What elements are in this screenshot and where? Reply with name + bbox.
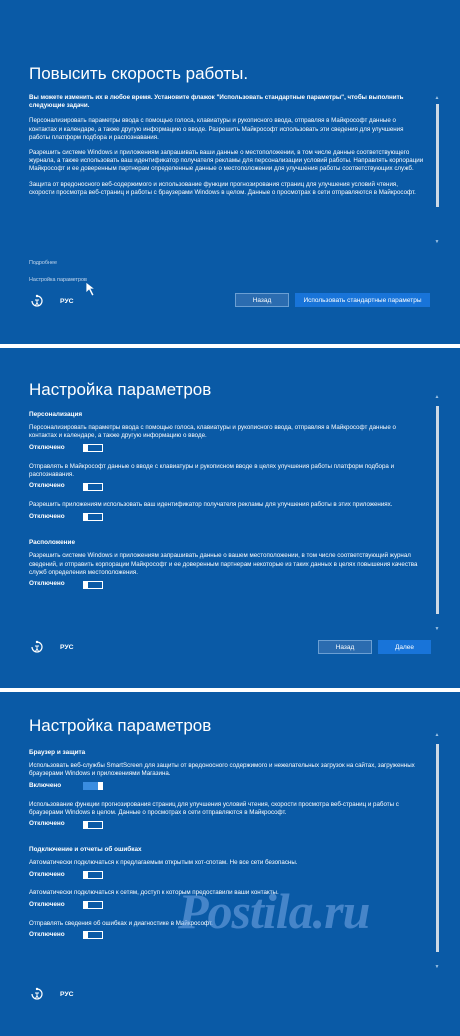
- section-heading-connectivity: Подключение и отчеты об ошибках: [29, 846, 142, 854]
- toggle-state-label: Отключено: [29, 820, 65, 828]
- ease-of-access-icon[interactable]: [29, 639, 45, 655]
- scroll-up-icon[interactable]: ▲: [434, 95, 440, 101]
- toggle-state-label: Отключено: [29, 870, 65, 878]
- page-title: Повысить скорость работы.: [29, 64, 249, 83]
- paragraph: Персонализировать параметры ввода с помо…: [29, 117, 404, 141]
- intro-text: Вы можете изменить их в любое время. Уст…: [29, 94, 404, 110]
- scroll-thumb[interactable]: [436, 104, 439, 207]
- language-indicator[interactable]: РУС: [60, 298, 74, 305]
- settings-list: Персонализация Персонализировать парамет…: [29, 411, 424, 599]
- scroll-up-icon[interactable]: ▲: [434, 394, 440, 400]
- scroll-up-icon[interactable]: ▲: [434, 732, 440, 738]
- back-button[interactable]: Назад: [318, 640, 372, 654]
- learn-more-link[interactable]: Подробнее: [29, 260, 57, 266]
- setting-row: Отключено: [29, 870, 424, 879]
- toggle-state-label: Отключено: [29, 901, 65, 909]
- paragraph: Разрешить системе Windows и приложениям …: [29, 149, 424, 173]
- contacts-networks-toggle[interactable]: [83, 901, 103, 910]
- toggle-state-label: Отключено: [29, 580, 65, 588]
- section-heading-location: Расположение: [29, 539, 76, 547]
- mouse-pointer-icon: [85, 281, 97, 297]
- express-settings-panel: Повысить скорость работы. Вы можете изме…: [0, 0, 460, 344]
- scrollbar[interactable]: ▲ ▼: [434, 95, 440, 245]
- watermark-logo: Postila.ru: [178, 883, 370, 939]
- setting-row: Отключено: [29, 444, 424, 453]
- scrollbar[interactable]: ▲ ▼: [434, 394, 440, 632]
- ease-of-access-icon[interactable]: [29, 293, 45, 309]
- personalization-input-toggle[interactable]: [83, 444, 103, 453]
- back-button[interactable]: Назад: [235, 293, 289, 307]
- setting-row: Отключено: [29, 512, 424, 521]
- customize-settings-panel-1: Настройка параметров Персонализация Перс…: [0, 348, 460, 688]
- setting-description: Автоматически подключаться к предлагаемы…: [29, 859, 298, 867]
- section-heading-personalization: Персонализация: [29, 411, 83, 418]
- hotspot-toggle[interactable]: [83, 870, 103, 879]
- scroll-down-icon[interactable]: ▼: [434, 239, 440, 245]
- setting-row: Включено: [29, 782, 424, 791]
- language-indicator[interactable]: РУС: [60, 991, 74, 998]
- setting-row: Отключено: [29, 482, 424, 491]
- typing-data-toggle[interactable]: [83, 482, 103, 491]
- advertising-id-toggle[interactable]: [83, 512, 103, 521]
- toggle-state-label: Отключено: [29, 512, 65, 520]
- setting-row: Отключено: [29, 580, 424, 589]
- page-title: Настройка параметров: [29, 716, 212, 735]
- ease-of-access-icon[interactable]: [29, 986, 45, 1002]
- scroll-thumb[interactable]: [436, 406, 439, 614]
- scroll-down-icon[interactable]: ▼: [434, 626, 440, 632]
- page-prediction-toggle[interactable]: [83, 820, 103, 829]
- setting-description: Использовать веб-службы SmartScreen для …: [29, 762, 415, 778]
- error-reporting-toggle[interactable]: [83, 931, 103, 940]
- toggle-state-label: Отключено: [29, 482, 65, 490]
- setting-description: Разрешить системе Windows и приложениям …: [29, 552, 418, 576]
- toggle-state-label: Включено: [29, 782, 62, 789]
- setting-description: Отправлять в Майкрософт данные о вводе с…: [29, 462, 395, 478]
- use-express-settings-button[interactable]: Использовать стандартные параметры: [295, 293, 430, 307]
- next-button[interactable]: Далее: [378, 640, 431, 654]
- setting-row: Отключено: [29, 820, 424, 829]
- smartscreen-toggle[interactable]: [83, 782, 103, 791]
- toggle-state-label: Отключено: [29, 931, 65, 939]
- customize-settings-panel-2: Настройка параметров Браузер и защита Ис…: [0, 692, 460, 1036]
- setting-description: Разрешить приложениям использовать ваш и…: [29, 501, 393, 509]
- scroll-down-icon[interactable]: ▼: [434, 964, 440, 970]
- scroll-thumb[interactable]: [436, 744, 439, 952]
- express-settings-text: Вы можете изменить их в любое время. Уст…: [29, 94, 424, 204]
- page-title: Настройка параметров: [29, 380, 212, 399]
- setting-description: Персонализировать параметры ввода с помо…: [29, 424, 396, 440]
- toggle-state-label: Отключено: [29, 444, 65, 451]
- scrollbar[interactable]: ▲ ▼: [434, 732, 440, 970]
- paragraph: Защита от вредоносного веб-содержимого и…: [29, 180, 416, 196]
- location-toggle[interactable]: [83, 580, 103, 589]
- customize-settings-link[interactable]: Настройка параметров: [29, 277, 87, 283]
- setting-description: Использование функции прогнозирования ст…: [29, 800, 399, 816]
- language-indicator[interactable]: РУС: [60, 644, 74, 651]
- section-heading-browser-protection: Браузер и защита: [29, 749, 86, 756]
